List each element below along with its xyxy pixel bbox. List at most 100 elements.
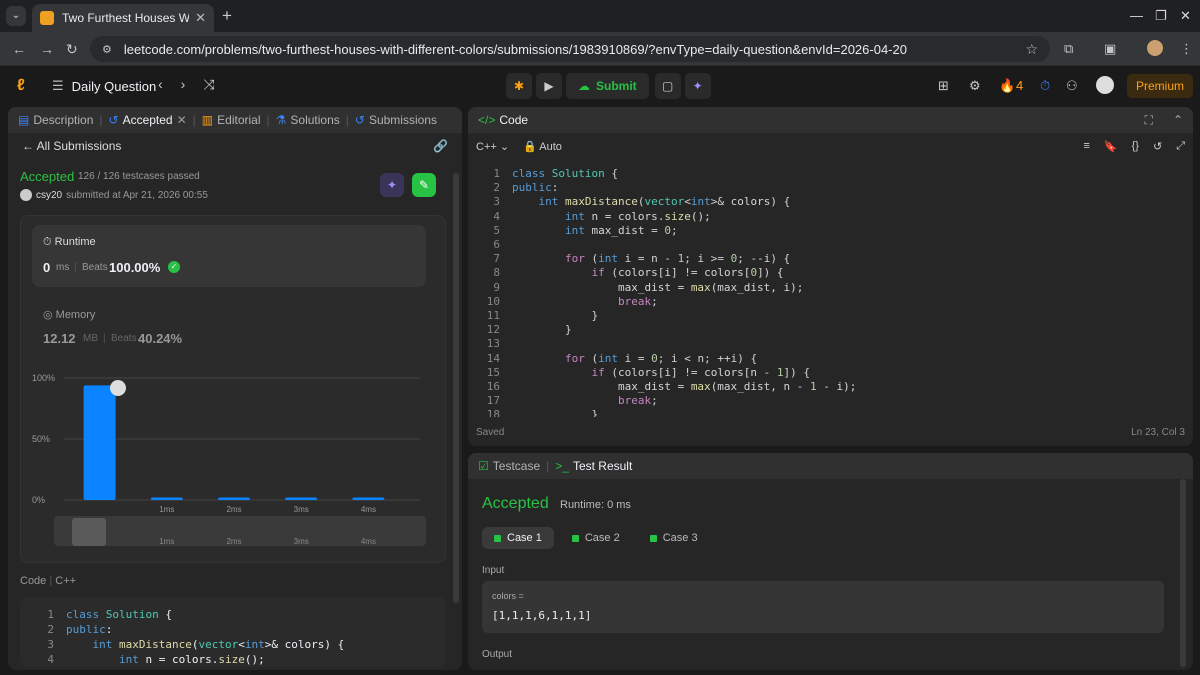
notes-button[interactable]: ▢ [654, 73, 681, 99]
case-2-tab[interactable]: Case 2 [560, 527, 632, 549]
code-line[interactable]: } [512, 309, 598, 323]
all-submissions-link[interactable]: ← All Submissions [22, 139, 121, 153]
code-line[interactable]: if (colors[i] != colors[n - 1]) { [512, 366, 810, 380]
code-line[interactable]: int n = colors.size(); [512, 210, 711, 224]
back-icon[interactable]: ← [12, 41, 26, 57]
chart-minimap-label: 1ms [159, 537, 174, 546]
code-editor[interactable]: 1 class Solution {2 public: 3 int maxDistan… [468, 159, 1193, 417]
profile-avatar[interactable] [1147, 40, 1163, 56]
leetcode-navbar: ℓ ☰ Daily Question ‹ › ⤨ ✱ ▶ ☁ Submit ▢ … [0, 67, 1200, 105]
line-number: 18 [486, 408, 500, 417]
tab-test-result[interactable]: >_ Test Result [555, 459, 632, 473]
close-tab-accepted-icon[interactable]: ✕ [177, 113, 187, 127]
tab-solutions[interactable]: ⚗ Solutions [276, 113, 340, 127]
site-info-icon[interactable]: ⚙ [102, 43, 112, 56]
bookmark-icon[interactable]: 🔖 [1104, 140, 1118, 153]
result-runtime: Runtime: 0 ms [560, 499, 631, 511]
collapse-icon[interactable]: ⌃ [1173, 113, 1183, 127]
code-line[interactable]: } [512, 323, 572, 337]
shuffle-icon[interactable]: ⤨ [203, 76, 214, 93]
streak-fire-icon[interactable]: 🔥 [999, 78, 1015, 94]
layout-grid-icon[interactable]: ⊞ [938, 78, 949, 94]
chart-xtick-label: 4ms [361, 505, 376, 514]
copy-link-icon[interactable]: 🔗 [433, 139, 448, 153]
minimize-icon[interactable]: — [1130, 8, 1143, 23]
debug-button[interactable]: ✱ [506, 73, 532, 99]
code-line[interactable]: if (colors[i] != colors[0]) { [512, 266, 783, 280]
maximize-icon[interactable]: ❐ [1155, 8, 1167, 24]
browser-tab[interactable]: Two Furthest Houses With ✕ [32, 4, 214, 32]
code-line[interactable]: class Solution { [512, 167, 618, 181]
tab-testcase[interactable]: ☑ Testcase [478, 459, 540, 473]
code-line[interactable]: max_dist = max(max_dist, n - 1 - i); [512, 380, 856, 394]
ai-assist-button[interactable]: ✦ [684, 73, 711, 99]
forward-icon[interactable]: → [40, 41, 54, 57]
tab-editorial[interactable]: ▥ Editorial [202, 113, 261, 127]
reload-icon[interactable]: ↻ [66, 41, 78, 58]
chart-bar[interactable] [352, 497, 385, 500]
tab-accepted[interactable]: ↺ Accepted ✕ [109, 113, 187, 127]
edit-solution-button[interactable]: ✎ [412, 173, 436, 197]
chart-bar[interactable] [218, 497, 250, 500]
ai-analyze-button[interactable]: ✦ [380, 173, 404, 197]
user-position-avatar [110, 380, 126, 396]
bookmark-star-icon[interactable]: ☆ [1025, 41, 1038, 58]
user-avatar[interactable] [1096, 76, 1114, 94]
run-button[interactable]: ▶ [536, 73, 562, 99]
new-tab-button[interactable]: + [222, 6, 232, 26]
settings-gear-icon[interactable]: ⚙ [969, 78, 981, 94]
extensions-icon[interactable]: ⧉ [1064, 41, 1073, 57]
memory-beats-value: 40.24% [138, 331, 183, 346]
code-line[interactable]: max_dist = max(max_dist, i); [512, 281, 803, 295]
premium-button[interactable]: Premium [1127, 74, 1193, 98]
close-tab-icon[interactable]: ✕ [195, 10, 206, 26]
chart-bar[interactable] [83, 385, 116, 500]
code-line[interactable]: public: [512, 181, 558, 195]
chart-bar[interactable] [285, 497, 318, 500]
daily-question-link[interactable]: ☰ Daily Question [52, 78, 156, 94]
left-tabs: ▤ Description | ↺ Accepted ✕ | ▥ Editorial |… [8, 107, 462, 133]
sidepanel-icon[interactable]: ▣ [1104, 41, 1116, 57]
runtime-card[interactable]: ⏱ Runtime 0 ms | Beats 100.00% ✓ [32, 225, 426, 287]
runtime-value: 0 [43, 260, 51, 275]
code-line[interactable]: int maxDistance(vector<int>& colors) { [512, 195, 791, 209]
braces-icon[interactable]: {} [1132, 140, 1139, 152]
add-user-icon[interactable]: ⚇ [1066, 78, 1078, 94]
code-tab[interactable]: </> Code [478, 113, 528, 127]
prev-problem-icon[interactable]: ‹ [158, 76, 163, 93]
close-window-icon[interactable]: ✕ [1180, 8, 1191, 24]
submit-button[interactable]: ☁ Submit [566, 73, 649, 99]
left-scrollbar[interactable] [453, 173, 459, 603]
menu-icon[interactable]: ⋮ [1180, 41, 1193, 57]
code-line[interactable]: break; [512, 394, 658, 408]
memory-label[interactable]: ◎ Memory [43, 308, 95, 321]
tab-search-button[interactable]: ⌄ [6, 6, 26, 26]
code-line[interactable]: int max_dist = 0; [512, 224, 678, 238]
chart-range-handle[interactable] [72, 518, 106, 546]
fullscreen-icon[interactable]: ⛶ [1145, 113, 1153, 128]
code-line[interactable]: break; [512, 295, 658, 309]
reset-icon[interactable]: ↺ [1153, 140, 1162, 153]
code-line[interactable]: for (int i = 0; i < n; ++i) { [512, 352, 757, 366]
input-var-name: colors = [492, 591, 524, 601]
case-1-tab[interactable]: Case 1 [482, 527, 554, 549]
language-select[interactable]: C++ ⌄ [476, 140, 509, 153]
chart-bar[interactable] [150, 497, 183, 500]
tab-submissions[interactable]: ↺ Submissions [355, 113, 437, 127]
leetcode-logo-icon[interactable]: ℓ [17, 77, 33, 95]
tab-description[interactable]: ▤ Description [18, 113, 93, 127]
next-problem-icon[interactable]: › [181, 76, 186, 93]
case-3-tab[interactable]: Case 3 [638, 527, 710, 549]
format-icon[interactable]: ≡ [1083, 140, 1089, 152]
memory-unit: MB [83, 333, 98, 344]
result-scrollbar[interactable] [1180, 479, 1186, 667]
timer-icon[interactable]: ⏱ [1040, 78, 1050, 94]
list-icon: ☰ [52, 78, 64, 93]
submitter-username[interactable]: csy20 [36, 190, 62, 201]
input-box: colors = [1,1,1,6,1,1,1] [482, 581, 1164, 633]
code-line[interactable]: for (int i = n - 1; i >= 0; --i) { [512, 252, 790, 266]
omnibox[interactable]: ⚙ leetcode.com/problems/two-furthest-hou… [90, 36, 1050, 62]
code-line[interactable]: } [512, 408, 598, 417]
expand-icon[interactable]: ⤢ [1176, 140, 1185, 153]
autocomplete-mode[interactable]: 🔒 Auto [523, 140, 562, 153]
